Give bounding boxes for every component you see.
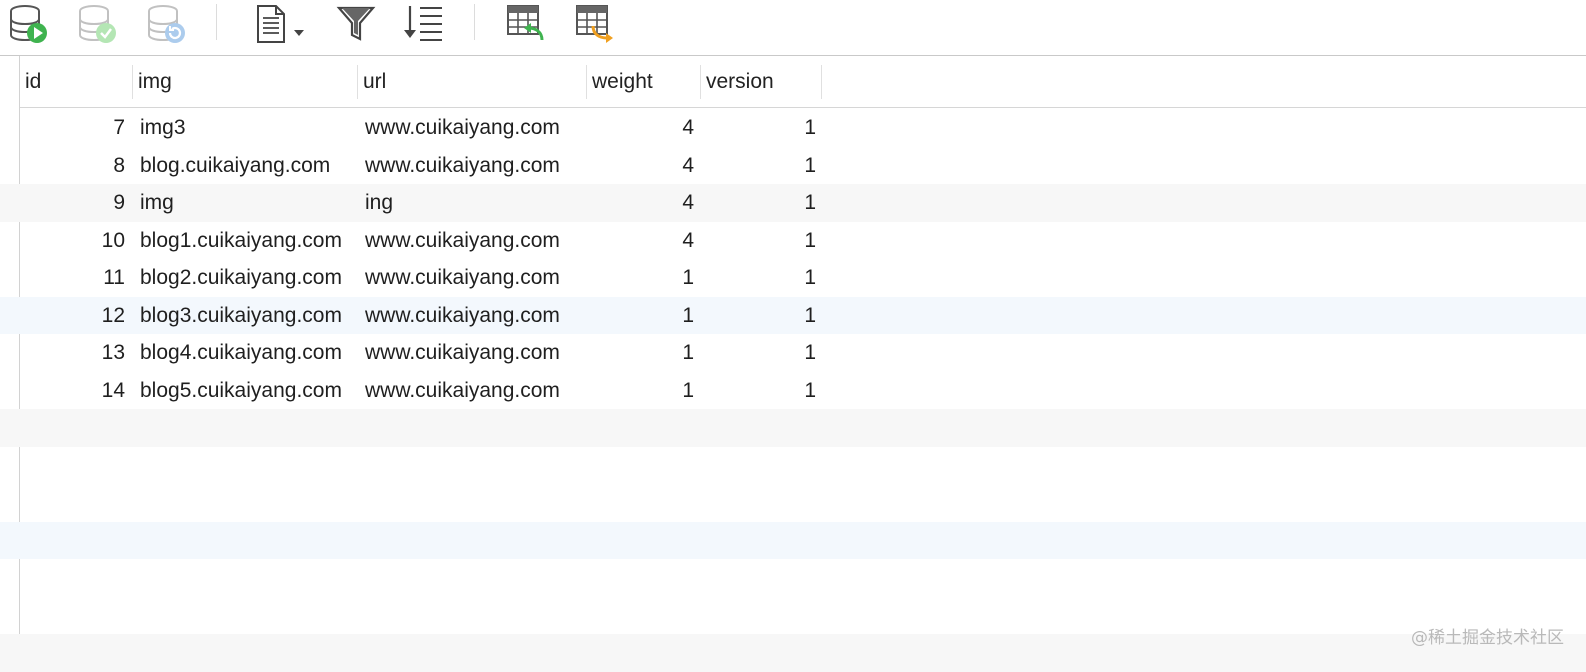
cell-img[interactable]: blog3.cuikaiyang.com — [140, 297, 352, 335]
cell-url[interactable]: www.cuikaiyang.com — [365, 222, 581, 260]
cell-version[interactable]: 1 — [705, 184, 816, 222]
column-divider[interactable] — [821, 65, 822, 99]
cell-url[interactable]: www.cuikaiyang.com — [365, 334, 581, 372]
cell-version[interactable]: 1 — [705, 109, 816, 147]
funnel-icon[interactable] — [334, 2, 378, 46]
cell-id[interactable]: 7 — [20, 109, 125, 147]
cell-url[interactable]: ing — [365, 184, 581, 222]
cell-weight[interactable]: 4 — [590, 222, 694, 260]
watermark: @稀土掘金技术社区 — [1411, 628, 1564, 648]
cell-weight[interactable]: 1 — [590, 259, 694, 297]
cell-id[interactable]: 8 — [20, 147, 125, 185]
cell-url[interactable]: www.cuikaiyang.com — [365, 147, 581, 185]
cell-img[interactable]: blog4.cuikaiyang.com — [140, 334, 352, 372]
table-row[interactable]: 12 blog3.cuikaiyang.com www.cuikaiyang.c… — [0, 296, 1586, 335]
column-header-weight[interactable]: weight — [587, 56, 700, 107]
table-row[interactable]: 9 img ing 4 1 — [0, 184, 1586, 222]
cell-id[interactable]: 10 — [20, 222, 125, 260]
cell-weight[interactable]: 1 — [590, 297, 694, 335]
column-header-id[interactable]: id — [20, 56, 132, 107]
column-header-img[interactable]: img — [133, 56, 357, 107]
cell-img[interactable]: blog.cuikaiyang.com — [140, 147, 352, 185]
cell-weight[interactable]: 4 — [590, 109, 694, 147]
cell-img[interactable]: blog2.cuikaiyang.com — [140, 259, 352, 297]
cell-id[interactable]: 13 — [20, 334, 125, 372]
cell-id[interactable]: 9 — [20, 184, 125, 222]
cell-version[interactable]: 1 — [705, 259, 816, 297]
cell-version[interactable]: 1 — [705, 372, 816, 410]
document-dropdown-icon[interactable] — [252, 2, 312, 46]
cell-img[interactable]: img3 — [140, 109, 352, 147]
database-refresh-icon[interactable] — [144, 2, 188, 46]
cell-version[interactable]: 1 — [705, 334, 816, 372]
cell-url[interactable]: www.cuikaiyang.com — [365, 259, 581, 297]
cell-version[interactable]: 1 — [705, 222, 816, 260]
database-check-icon[interactable] — [75, 2, 119, 46]
table-export-icon[interactable] — [573, 2, 617, 46]
cell-version[interactable]: 1 — [705, 147, 816, 185]
cell-img[interactable]: img — [140, 184, 352, 222]
cell-id[interactable]: 11 — [20, 259, 125, 297]
cell-weight[interactable]: 1 — [590, 372, 694, 410]
empty-row — [0, 409, 1586, 447]
table-import-icon[interactable] — [504, 2, 548, 46]
empty-row — [0, 634, 1586, 672]
database-run-icon[interactable] — [6, 2, 50, 46]
table-row[interactable]: 8 blog.cuikaiyang.com www.cuikaiyang.com… — [0, 147, 1586, 185]
cell-weight[interactable]: 4 — [590, 147, 694, 185]
table-row[interactable]: 7 img3 www.cuikaiyang.com 4 1 — [0, 109, 1586, 147]
cell-id[interactable]: 12 — [20, 297, 125, 335]
cell-id[interactable]: 14 — [20, 372, 125, 410]
table-row[interactable]: 11 blog2.cuikaiyang.com www.cuikaiyang.c… — [0, 259, 1586, 297]
toolbar-separator — [216, 4, 217, 40]
toolbar — [0, 0, 1586, 56]
table-header: id img url weight version — [20, 56, 1586, 108]
sort-list-icon[interactable] — [400, 2, 444, 46]
cell-url[interactable]: www.cuikaiyang.com — [365, 297, 581, 335]
toolbar-separator — [474, 4, 475, 40]
table-row[interactable]: 14 blog5.cuikaiyang.com www.cuikaiyang.c… — [0, 372, 1586, 410]
cell-version[interactable]: 1 — [705, 297, 816, 335]
column-header-url[interactable]: url — [358, 56, 586, 107]
table-row[interactable]: 13 blog4.cuikaiyang.com www.cuikaiyang.c… — [0, 334, 1586, 372]
column-header-version[interactable]: version — [701, 56, 821, 107]
cell-url[interactable]: www.cuikaiyang.com — [365, 372, 581, 410]
cell-url[interactable]: www.cuikaiyang.com — [365, 109, 581, 147]
table-row[interactable]: 10 blog1.cuikaiyang.com www.cuikaiyang.c… — [0, 222, 1586, 260]
empty-row — [0, 521, 1586, 559]
cell-weight[interactable]: 4 — [590, 184, 694, 222]
cell-weight[interactable]: 1 — [590, 334, 694, 372]
cell-img[interactable]: blog5.cuikaiyang.com — [140, 372, 352, 410]
cell-img[interactable]: blog1.cuikaiyang.com — [140, 222, 352, 260]
